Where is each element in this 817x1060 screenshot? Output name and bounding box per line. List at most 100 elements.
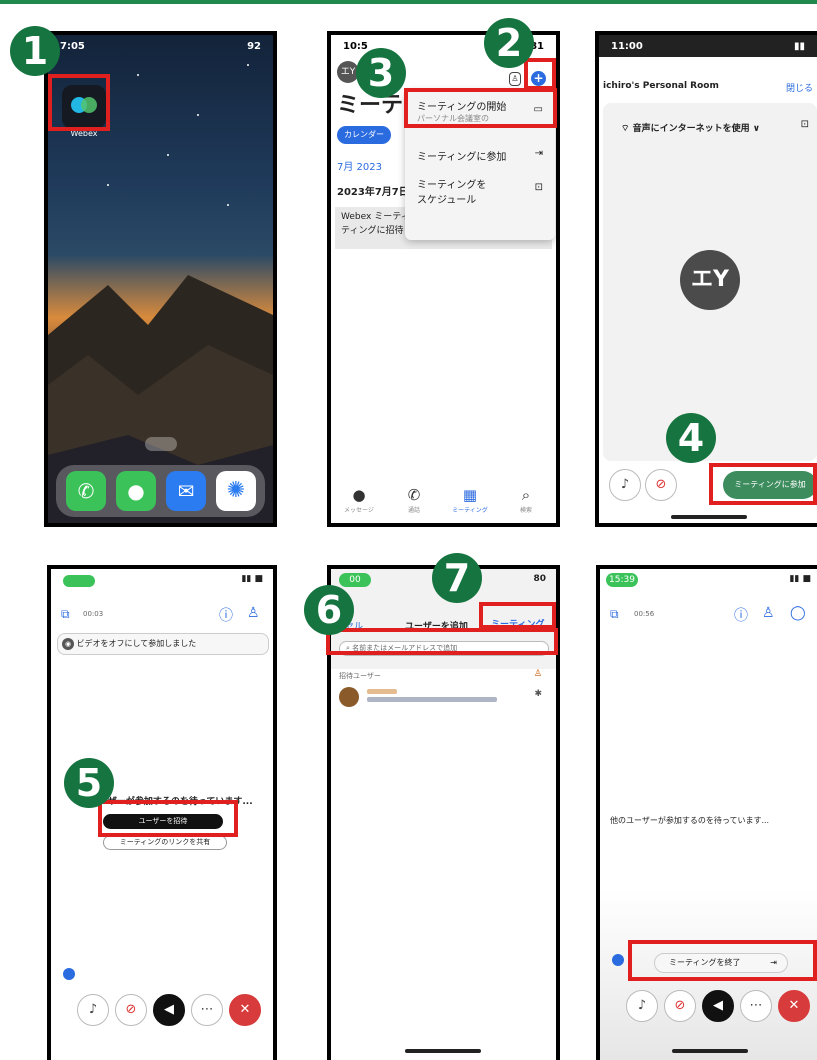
join-icon: ⇥	[534, 148, 543, 159]
status-battery: 80	[533, 574, 546, 584]
status-signal-icon: ▮▮	[793, 40, 805, 52]
messages-app-icon[interactable]: ●	[116, 471, 156, 511]
mail-app-icon[interactable]: ✉	[166, 471, 206, 511]
top-divider	[0, 0, 817, 4]
assistant-icon[interactable]	[63, 968, 75, 980]
close-button[interactable]: 閉じる	[786, 81, 813, 94]
status-signal-icon: ▮▮ ■	[241, 574, 263, 584]
video-status-pill	[63, 575, 95, 587]
phone-icon: ✆	[407, 486, 421, 504]
nav-calls[interactable]: ✆ 通話	[389, 485, 439, 514]
person-icon[interactable]: ♙	[509, 72, 521, 86]
search-icon: ⌕	[521, 486, 531, 504]
step-badge-2: 2	[484, 18, 534, 68]
chat-icon[interactable]: ◯	[790, 605, 806, 621]
highlight-join-button	[709, 463, 817, 505]
mic-icon[interactable]: ♪	[609, 469, 641, 501]
speaker-icon[interactable]: ◀	[153, 994, 185, 1026]
menu-schedule-l2: スケジュール	[417, 195, 477, 206]
video-off-icon[interactable]: ⊘	[115, 994, 147, 1026]
list-item[interactable]: ✱	[331, 683, 556, 713]
contact-email-blurred	[367, 697, 497, 702]
status-signal-icon: ▮▮ ■	[789, 574, 811, 584]
highlight-search-input	[326, 628, 558, 655]
audio-option-label: 音声にインターネットを使用	[632, 124, 750, 134]
menu-join-label: ミーティングに参加	[417, 152, 507, 163]
calendar-icon: ▦	[462, 486, 478, 504]
status-time: 15:39	[606, 573, 638, 587]
nav-search[interactable]: ⌕ 検索	[501, 485, 551, 514]
home-indicator	[405, 1049, 481, 1053]
wifi-icon: ⌔	[621, 124, 633, 134]
phone-6: 15:39 ▮▮ ■ ⧉ 00:56 ⓘ ♙ ◯ 他のユーザーが参加するのを待っ…	[596, 565, 817, 1060]
home-indicator	[671, 515, 747, 519]
cast-icon[interactable]: ⊡	[801, 119, 809, 130]
more-icon[interactable]: ⋯	[740, 990, 772, 1022]
audio-option[interactable]: ⌔ 音声にインターネットを使用 ∨	[621, 121, 760, 134]
status-time: 00	[339, 573, 371, 587]
safari-app-icon[interactable]: ✺	[216, 471, 256, 511]
status-time: 11:00	[611, 40, 643, 52]
info-icon[interactable]: ⓘ	[219, 605, 233, 625]
participants-icon[interactable]: ♙	[247, 605, 260, 621]
nav-search-label: 検索	[519, 507, 532, 514]
speaker-icon[interactable]: ◀	[702, 990, 734, 1022]
step-badge-6: 6	[304, 585, 354, 635]
mic-icon[interactable]: ♪	[626, 990, 658, 1022]
step-badge-5: 5	[64, 758, 114, 808]
meeting-timer: 00:56	[634, 610, 655, 618]
info-icon[interactable]: ⓘ	[734, 605, 748, 625]
highlight-add-button	[524, 58, 556, 90]
highlight-webex-icon	[48, 74, 110, 131]
status-time: 7:05	[60, 40, 85, 52]
assistant-icon[interactable]	[612, 954, 624, 966]
leave-icon[interactable]: ✕	[778, 990, 810, 1022]
notice-banner: ◉ ビデオをオフにして参加しました	[57, 633, 269, 655]
avatar: エY	[680, 250, 740, 310]
calendar-plus-icon: ⊡	[534, 182, 543, 193]
leave-icon[interactable]: ✕	[229, 994, 261, 1026]
share-link-button[interactable]: ミーティングのリンクを共有	[103, 835, 227, 850]
phone-app-icon[interactable]: ✆	[66, 471, 106, 511]
video-off-icon[interactable]: ⊘	[645, 469, 677, 501]
menu-join-meeting[interactable]: ミーティングに参加 ⇥	[405, 148, 555, 163]
calendar-button[interactable]: カレンダー	[337, 126, 391, 144]
status-time: 10:5	[343, 40, 368, 52]
invited-section-label: 招待ユーザー	[339, 672, 381, 680]
date-heading: 2023年7月7日	[337, 187, 409, 198]
notice-icon: ◉	[62, 638, 74, 650]
nav-meetings-label: ミーティング	[452, 507, 488, 514]
dock: ✆ ● ✉ ✺	[56, 465, 265, 517]
remove-icon[interactable]: ✱	[534, 689, 542, 699]
contact-avatar	[339, 687, 359, 707]
month-selector[interactable]: 7月 2023	[337, 158, 382, 173]
preview-card: ⌔ 音声にインターネットを使用 ∨ ⊡ エY	[603, 103, 817, 461]
highlight-start-meeting	[404, 88, 557, 128]
video-off-icon[interactable]: ⊘	[664, 990, 696, 1022]
menu-schedule-meeting[interactable]: ミーティングを スケジュール ⊡	[405, 176, 555, 206]
more-icon[interactable]: ⋯	[191, 994, 223, 1026]
status-battery: 92	[247, 40, 261, 52]
add-person-icon[interactable]: ♙	[534, 669, 542, 679]
step-badge-3: 3	[356, 48, 406, 98]
notice-text: ビデオをオフにして参加しました	[76, 639, 197, 648]
step-badge-1: 1	[10, 26, 60, 76]
highlight-invite-button	[98, 800, 238, 837]
highlight-end-meeting	[628, 940, 817, 981]
home-indicator	[672, 1049, 748, 1053]
nav-calls-label: 通話	[407, 507, 420, 514]
room-title: ichiro's Personal Room	[603, 81, 719, 91]
chat-icon: ●	[352, 486, 366, 504]
nav-meetings[interactable]: ▦ ミーティング	[445, 485, 495, 514]
participants-icon[interactable]: ♙	[762, 605, 775, 621]
mic-icon[interactable]: ♪	[77, 994, 109, 1026]
nav-messages[interactable]: ● メッセージ	[334, 485, 384, 514]
layout-icon[interactable]: ⧉	[61, 607, 70, 622]
page-dots	[145, 437, 177, 451]
meeting-timer: 00:03	[83, 610, 104, 618]
nav-messages-label: メッセージ	[344, 507, 374, 514]
highlight-meeting-tab	[479, 602, 556, 629]
layout-icon[interactable]: ⧉	[610, 607, 619, 622]
step-badge-7: 7	[432, 553, 482, 603]
waiting-text: 他のユーザーが参加するのを待っています...	[610, 816, 770, 825]
